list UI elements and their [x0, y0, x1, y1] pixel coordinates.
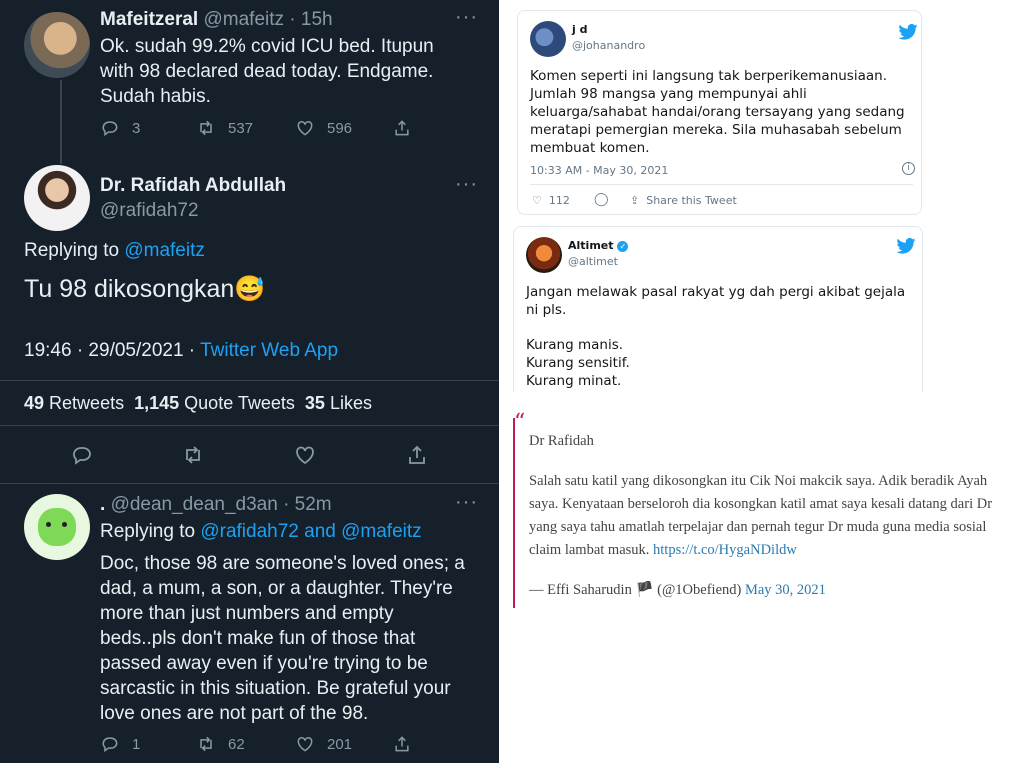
tweet2-timestamp: 19:46 · 29/05/2021 · Twitter Web App: [24, 340, 339, 361]
tweet2-author-name[interactable]: Dr. Rafidah Abdullah: [100, 175, 286, 197]
tweet3-text: Doc, those 98 are someone's loved ones; …: [100, 553, 465, 724]
retweet-button[interactable]: 62: [196, 734, 245, 754]
more-icon[interactable]: ···: [455, 6, 478, 29]
retweet-count[interactable]: 49 Retweets: [24, 393, 124, 413]
like-button[interactable]: 201: [295, 734, 352, 754]
heart-icon: [297, 120, 313, 136]
altimet-text-2: Kurang manis.: [526, 337, 624, 353]
quote-bar: [513, 418, 515, 608]
jd-handle[interactable]: @johanandro: [572, 39, 645, 52]
tweet2-handle[interactable]: @rafidah72: [100, 200, 199, 222]
quote-mark-icon: “: [514, 410, 526, 435]
jd-tweet-card[interactable]: j d @johanandro Komen seperti ini langsu…: [517, 10, 922, 215]
divider: [0, 483, 499, 484]
reply-button[interactable]: [70, 443, 106, 467]
app-link[interactable]: Twitter Web App: [200, 340, 338, 361]
retweet-button[interactable]: 537: [196, 118, 253, 138]
retweet-icon: [200, 736, 212, 752]
avatar-jd[interactable]: [530, 21, 566, 57]
tweet1-text: Ok. sudah 99.2% covid ICU bed. Itupun wi…: [100, 36, 434, 107]
reply-button[interactable]: 3: [100, 118, 140, 138]
dark-tweet-thread: Mafeitzeral @mafeitz · 15h ··· Ok. sudah…: [0, 0, 499, 763]
like-button[interactable]: 596: [295, 118, 352, 138]
tweet3-author[interactable]: . @dean_dean_d3an · 52m: [100, 494, 332, 516]
jd-timestamp[interactable]: 10:33 AM - May 30, 2021: [530, 164, 668, 177]
retweet-button[interactable]: [180, 443, 218, 467]
share-icon: [409, 445, 425, 464]
reply-mention-link[interactable]: @rafidah72 and @mafeitz: [200, 521, 421, 542]
heart-icon: [297, 736, 313, 752]
retweet-icon: [186, 446, 200, 464]
quote-date-link[interactable]: May 30, 2021: [745, 582, 826, 598]
tweet2-text: Tu 98 dikosongkan😅: [24, 275, 266, 303]
share-button[interactable]: [405, 443, 441, 467]
jd-like-button[interactable]: ♡ 112: [532, 194, 570, 207]
reply-icon[interactable]: ◯: [594, 192, 609, 207]
divider: [0, 425, 499, 426]
jd-text: Komen seperti ini langsung tak berperike…: [530, 68, 905, 156]
reply-icon: [102, 737, 118, 753]
tweet-stats: 49 Retweets 1,145 Quote Tweets 35 Likes: [24, 391, 372, 416]
share-tweet-button[interactable]: ⇪ Share this Tweet: [630, 194, 737, 207]
avatar-rafidah[interactable]: [24, 165, 90, 231]
quote-link[interactable]: https://t.co/HygaNDildw: [653, 542, 797, 558]
thread-line: [60, 80, 62, 164]
altimet-tweet-card[interactable]: Altimet ✓ @altimet Jangan melawak pasal …: [513, 226, 923, 392]
altimet-text-3: Kurang sensitif.: [526, 355, 630, 371]
avatar-mafeitz[interactable]: [24, 12, 90, 78]
quote-text: Salah satu katil yang dikosongkan itu Ci…: [529, 473, 993, 558]
reply-mention-link[interactable]: @mafeitz: [124, 240, 205, 261]
tweet1-author[interactable]: Mafeitzeral @mafeitz · 15h: [100, 9, 333, 31]
replying-to: Replying to @mafeitz: [24, 240, 205, 261]
divider: [0, 380, 499, 381]
reply-icon: [102, 121, 118, 137]
share-button[interactable]: [392, 118, 424, 138]
reply-icon: [73, 447, 91, 465]
more-icon[interactable]: ···: [455, 491, 478, 514]
replying-to: Replying to @rafidah72 and @mafeitz: [100, 521, 422, 542]
twitter-bird-icon[interactable]: [898, 24, 918, 40]
embedded-quote: Dr Rafidah Salah satu katil yang dikoson…: [529, 430, 1019, 602]
like-count[interactable]: 35 Likes: [305, 393, 372, 413]
retweet-icon: [200, 120, 212, 136]
like-button[interactable]: [293, 443, 329, 467]
quote-author: — Effi Saharudin 🏴 (@1Obefiend) May 30, …: [529, 582, 826, 598]
avatar-dean[interactable]: [24, 494, 90, 560]
twitter-bird-icon[interactable]: [896, 238, 916, 254]
more-icon[interactable]: ···: [455, 173, 478, 196]
altimet-name[interactable]: Altimet ✓: [568, 239, 629, 252]
divider: [530, 184, 913, 185]
reply-button[interactable]: 1: [100, 734, 140, 754]
altimet-text-1: Jangan melawak pasal rakyat yg dah pergi…: [526, 284, 906, 318]
quote-count[interactable]: 1,145 Quote Tweets: [134, 393, 295, 413]
altimet-handle[interactable]: @altimet: [568, 255, 618, 268]
verified-badge-icon: ✓: [617, 241, 629, 252]
avatar-altimet[interactable]: [526, 237, 562, 273]
heart-icon: [296, 446, 314, 465]
share-button[interactable]: [392, 734, 424, 754]
share-icon: [395, 120, 409, 136]
info-icon[interactable]: i: [902, 162, 915, 175]
quote-greeting: Dr Rafidah: [529, 433, 594, 449]
dino-icon: [38, 508, 76, 546]
jd-name[interactable]: j d: [572, 23, 587, 36]
altimet-text-4: Kurang minat.: [526, 373, 622, 389]
share-icon: [395, 736, 409, 752]
